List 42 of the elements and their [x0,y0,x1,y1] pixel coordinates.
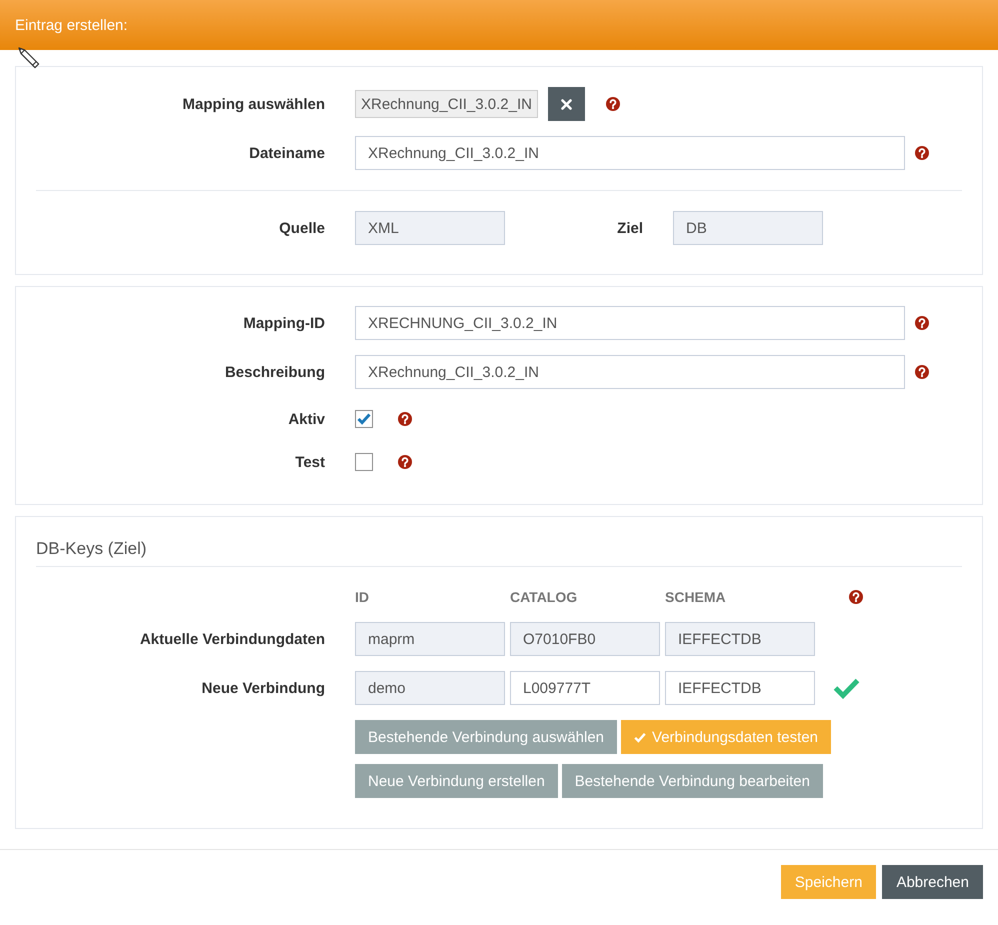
text-field[interactable]: DB [673,211,823,245]
field-label: Beschreibung [224,364,325,380]
help-icon[interactable] [398,455,412,469]
text-field[interactable]: IEFFECTDB [665,622,815,656]
section-title: DB-Keys (Ziel) [36,539,147,558]
checkbox[interactable] [355,410,373,428]
field-label: Test [295,454,325,470]
text-field[interactable]: IEFFECTDB [665,671,815,705]
field-label: Neue Verbindung [202,680,325,696]
column-header: ID [355,589,369,605]
text-field[interactable]: XRECHNUNG_CII_3.0.2_IN [355,306,905,340]
dialog-title: Eintrag erstellen: [15,16,128,34]
field-label: Quelle [279,220,325,236]
pencil-icon [18,47,40,69]
text-field[interactable]: maprm [355,622,505,656]
close-icon [560,98,572,110]
check-icon [357,413,371,425]
help-icon[interactable] [398,412,412,426]
text-field[interactable]: demo [355,671,505,705]
text-field[interactable]: XML [355,211,505,245]
field-label: Ziel [617,220,643,236]
help-icon[interactable] [915,365,929,379]
text-field[interactable]: L009777T [510,671,660,705]
help-icon[interactable] [915,316,929,330]
help-icon[interactable] [915,146,929,160]
field-label: Aktuelle Verbindungdaten [140,630,325,648]
column-header: SCHEMA [665,589,726,605]
cancel-button[interactable]: Abbrechen [882,865,983,899]
help-icon[interactable] [606,97,620,111]
help-icon[interactable] [849,590,863,604]
field-label: Aktiv [288,410,325,428]
clear-button[interactable] [548,87,585,121]
checkbox[interactable] [355,453,373,471]
column-header: CATALOG [510,589,578,605]
text-field[interactable]: XRechnung_CII_3.0.2_IN [355,355,905,389]
check-icon [634,732,646,742]
selected-mapping-field[interactable]: XRechnung_CII_3.0.2_IN [355,90,538,118]
text-field[interactable]: O7010FB0 [510,622,660,656]
text-field[interactable]: XRechnung_CII_3.0.2_IN [355,136,905,170]
field-label: Mapping-ID [243,314,325,332]
field-label: Mapping auswählen [182,96,325,112]
field-label: Dateiname [249,144,325,162]
